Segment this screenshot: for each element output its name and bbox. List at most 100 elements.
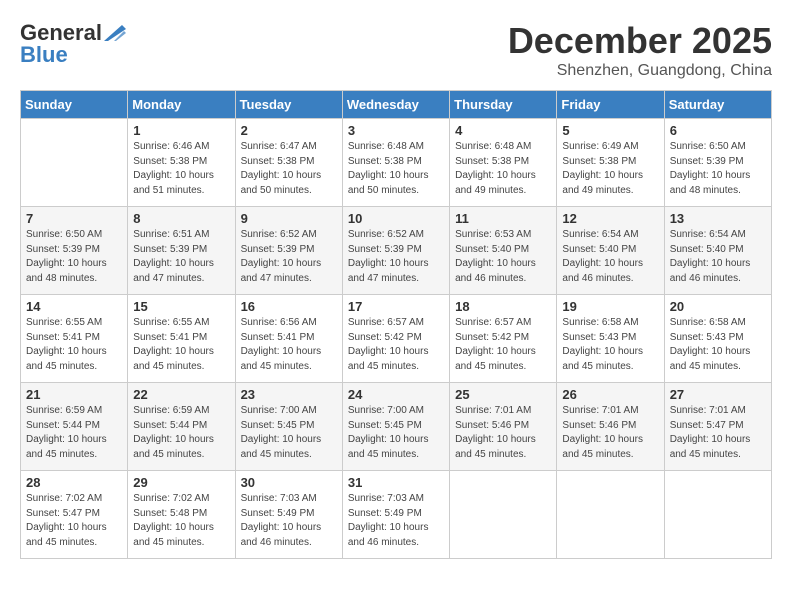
day-cell: 26 Sunrise: 7:01 AMSunset: 5:46 PMDaylig… (557, 383, 664, 471)
day-info: Sunrise: 6:48 AMSunset: 5:38 PMDaylight:… (348, 140, 444, 198)
day-cell: 13 Sunrise: 6:54 AMSunset: 5:40 PMDaylig… (664, 207, 771, 295)
day-number: 5 (562, 123, 658, 138)
day-info: Sunrise: 7:01 AMSunset: 5:46 PMDaylight:… (455, 404, 551, 462)
day-cell: 20 Sunrise: 6:58 AMSunset: 5:43 PMDaylig… (664, 295, 771, 383)
location-subtitle: Shenzhen, Guangdong, China (508, 62, 772, 80)
day-cell: 9 Sunrise: 6:52 AMSunset: 5:39 PMDayligh… (235, 207, 342, 295)
col-header-tuesday: Tuesday (235, 91, 342, 119)
logo-blue: Blue (20, 42, 68, 68)
day-info: Sunrise: 6:46 AMSunset: 5:38 PMDaylight:… (133, 140, 229, 198)
col-header-saturday: Saturday (664, 91, 771, 119)
day-cell: 25 Sunrise: 7:01 AMSunset: 5:46 PMDaylig… (450, 383, 557, 471)
col-header-sunday: Sunday (21, 91, 128, 119)
day-number: 26 (562, 387, 658, 402)
day-number: 31 (348, 475, 444, 490)
week-row-1: 1 Sunrise: 6:46 AMSunset: 5:38 PMDayligh… (21, 119, 772, 207)
day-cell: 12 Sunrise: 6:54 AMSunset: 5:40 PMDaylig… (557, 207, 664, 295)
day-number: 23 (241, 387, 337, 402)
day-cell: 31 Sunrise: 7:03 AMSunset: 5:49 PMDaylig… (342, 471, 449, 559)
day-info: Sunrise: 6:59 AMSunset: 5:44 PMDaylight:… (26, 404, 122, 462)
day-cell (664, 471, 771, 559)
day-number: 4 (455, 123, 551, 138)
week-row-3: 14 Sunrise: 6:55 AMSunset: 5:41 PMDaylig… (21, 295, 772, 383)
day-info: Sunrise: 7:01 AMSunset: 5:46 PMDaylight:… (562, 404, 658, 462)
day-number: 14 (26, 299, 122, 314)
day-number: 21 (26, 387, 122, 402)
day-info: Sunrise: 6:55 AMSunset: 5:41 PMDaylight:… (26, 316, 122, 374)
page-header: General Blue December 2025 Shenzhen, Gua… (20, 20, 772, 80)
day-cell: 1 Sunrise: 6:46 AMSunset: 5:38 PMDayligh… (128, 119, 235, 207)
day-cell: 2 Sunrise: 6:47 AMSunset: 5:38 PMDayligh… (235, 119, 342, 207)
day-info: Sunrise: 7:00 AMSunset: 5:45 PMDaylight:… (348, 404, 444, 462)
day-info: Sunrise: 6:53 AMSunset: 5:40 PMDaylight:… (455, 228, 551, 286)
day-cell (557, 471, 664, 559)
day-number: 8 (133, 211, 229, 226)
col-header-friday: Friday (557, 91, 664, 119)
day-cell (21, 119, 128, 207)
day-info: Sunrise: 6:51 AMSunset: 5:39 PMDaylight:… (133, 228, 229, 286)
day-number: 7 (26, 211, 122, 226)
day-cell: 27 Sunrise: 7:01 AMSunset: 5:47 PMDaylig… (664, 383, 771, 471)
day-info: Sunrise: 6:58 AMSunset: 5:43 PMDaylight:… (562, 316, 658, 374)
day-cell: 10 Sunrise: 6:52 AMSunset: 5:39 PMDaylig… (342, 207, 449, 295)
day-info: Sunrise: 7:03 AMSunset: 5:49 PMDaylight:… (348, 492, 444, 550)
day-number: 19 (562, 299, 658, 314)
day-number: 27 (670, 387, 766, 402)
day-cell: 8 Sunrise: 6:51 AMSunset: 5:39 PMDayligh… (128, 207, 235, 295)
day-info: Sunrise: 6:54 AMSunset: 5:40 PMDaylight:… (562, 228, 658, 286)
day-number: 24 (348, 387, 444, 402)
week-row-2: 7 Sunrise: 6:50 AMSunset: 5:39 PMDayligh… (21, 207, 772, 295)
day-info: Sunrise: 7:02 AMSunset: 5:47 PMDaylight:… (26, 492, 122, 550)
day-info: Sunrise: 6:57 AMSunset: 5:42 PMDaylight:… (455, 316, 551, 374)
day-info: Sunrise: 6:54 AMSunset: 5:40 PMDaylight:… (670, 228, 766, 286)
day-info: Sunrise: 6:49 AMSunset: 5:38 PMDaylight:… (562, 140, 658, 198)
day-cell (450, 471, 557, 559)
logo: General Blue (20, 20, 126, 68)
day-cell: 21 Sunrise: 6:59 AMSunset: 5:44 PMDaylig… (21, 383, 128, 471)
day-info: Sunrise: 6:50 AMSunset: 5:39 PMDaylight:… (670, 140, 766, 198)
col-header-monday: Monday (128, 91, 235, 119)
day-cell: 19 Sunrise: 6:58 AMSunset: 5:43 PMDaylig… (557, 295, 664, 383)
logo-icon (104, 25, 126, 41)
day-cell: 11 Sunrise: 6:53 AMSunset: 5:40 PMDaylig… (450, 207, 557, 295)
day-cell: 14 Sunrise: 6:55 AMSunset: 5:41 PMDaylig… (21, 295, 128, 383)
day-number: 16 (241, 299, 337, 314)
day-cell: 30 Sunrise: 7:03 AMSunset: 5:49 PMDaylig… (235, 471, 342, 559)
day-cell: 15 Sunrise: 6:55 AMSunset: 5:41 PMDaylig… (128, 295, 235, 383)
day-number: 25 (455, 387, 551, 402)
day-number: 12 (562, 211, 658, 226)
col-header-wednesday: Wednesday (342, 91, 449, 119)
day-number: 18 (455, 299, 551, 314)
day-info: Sunrise: 6:47 AMSunset: 5:38 PMDaylight:… (241, 140, 337, 198)
day-info: Sunrise: 6:55 AMSunset: 5:41 PMDaylight:… (133, 316, 229, 374)
day-info: Sunrise: 6:56 AMSunset: 5:41 PMDaylight:… (241, 316, 337, 374)
day-number: 13 (670, 211, 766, 226)
day-number: 6 (670, 123, 766, 138)
day-info: Sunrise: 6:52 AMSunset: 5:39 PMDaylight:… (241, 228, 337, 286)
day-info: Sunrise: 6:52 AMSunset: 5:39 PMDaylight:… (348, 228, 444, 286)
day-number: 22 (133, 387, 229, 402)
day-number: 17 (348, 299, 444, 314)
day-info: Sunrise: 7:03 AMSunset: 5:49 PMDaylight:… (241, 492, 337, 550)
day-number: 3 (348, 123, 444, 138)
day-cell: 3 Sunrise: 6:48 AMSunset: 5:38 PMDayligh… (342, 119, 449, 207)
day-cell: 28 Sunrise: 7:02 AMSunset: 5:47 PMDaylig… (21, 471, 128, 559)
day-info: Sunrise: 7:01 AMSunset: 5:47 PMDaylight:… (670, 404, 766, 462)
day-number: 29 (133, 475, 229, 490)
day-cell: 24 Sunrise: 7:00 AMSunset: 5:45 PMDaylig… (342, 383, 449, 471)
day-number: 10 (348, 211, 444, 226)
day-number: 2 (241, 123, 337, 138)
day-cell: 6 Sunrise: 6:50 AMSunset: 5:39 PMDayligh… (664, 119, 771, 207)
day-info: Sunrise: 6:57 AMSunset: 5:42 PMDaylight:… (348, 316, 444, 374)
col-header-thursday: Thursday (450, 91, 557, 119)
day-number: 11 (455, 211, 551, 226)
day-cell: 22 Sunrise: 6:59 AMSunset: 5:44 PMDaylig… (128, 383, 235, 471)
day-number: 1 (133, 123, 229, 138)
title-block: December 2025 Shenzhen, Guangdong, China (508, 20, 772, 80)
day-cell: 16 Sunrise: 6:56 AMSunset: 5:41 PMDaylig… (235, 295, 342, 383)
day-number: 15 (133, 299, 229, 314)
day-number: 9 (241, 211, 337, 226)
day-info: Sunrise: 6:58 AMSunset: 5:43 PMDaylight:… (670, 316, 766, 374)
day-cell: 29 Sunrise: 7:02 AMSunset: 5:48 PMDaylig… (128, 471, 235, 559)
week-row-5: 28 Sunrise: 7:02 AMSunset: 5:47 PMDaylig… (21, 471, 772, 559)
